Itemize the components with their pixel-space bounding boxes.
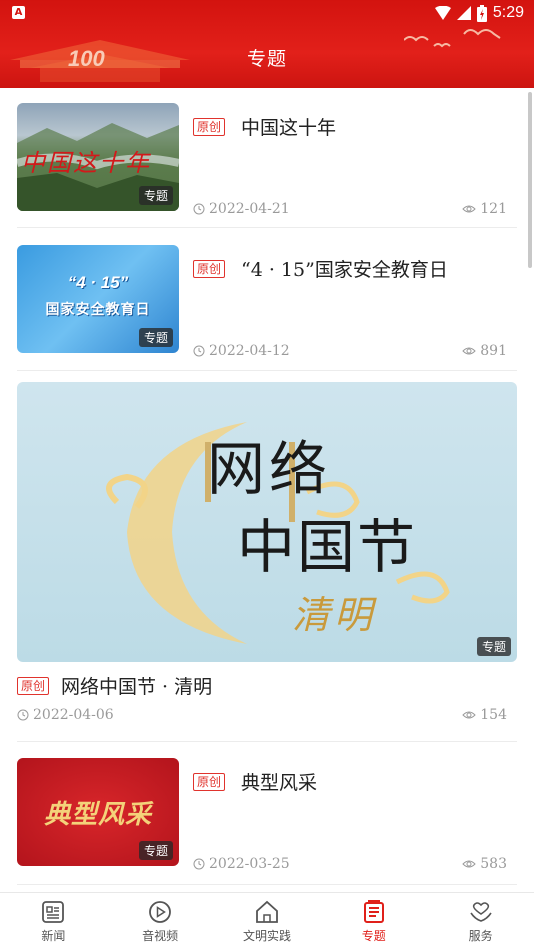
nav-item-civilization[interactable]: 文明实践 bbox=[222, 899, 312, 944]
original-badge: 原创 bbox=[193, 117, 226, 136]
topic-tag: 专题 bbox=[138, 841, 173, 860]
nav-label: 服务 bbox=[468, 929, 493, 943]
article-date: 2022-04-06 bbox=[33, 707, 114, 723]
page-title: 专题 bbox=[246, 48, 287, 70]
clock-icon bbox=[193, 203, 205, 215]
article-date: 2022-03-25 bbox=[209, 856, 290, 872]
original-badge: 原创 bbox=[193, 259, 226, 278]
nav-item-media[interactable]: 音视频 bbox=[115, 899, 205, 944]
view-count: 154 bbox=[480, 707, 507, 723]
banner-title-line2: 中国节 bbox=[237, 513, 418, 581]
topic-tag: 专题 bbox=[138, 328, 173, 347]
banner-title-line1: 网络 bbox=[207, 435, 332, 503]
thumbnail-caption-top: “4 · 15” bbox=[67, 273, 129, 292]
list-item[interactable]: 网络 中国节 清明 专题 原创 网络中国节 · 清明 2022-04-06 15… bbox=[17, 382, 517, 740]
article-title[interactable]: 典型风采 bbox=[241, 768, 317, 795]
status-app-icon: A bbox=[12, 6, 25, 19]
view-count: 583 bbox=[480, 856, 507, 872]
nav-label: 专题 bbox=[361, 929, 386, 943]
list-item[interactable]: 中国这十年 专题 原创 中国这十年 2022-04-21 121 bbox=[17, 103, 517, 227]
nav-label: 新闻 bbox=[41, 929, 66, 943]
divider bbox=[17, 227, 517, 228]
eye-icon bbox=[462, 347, 476, 355]
view-count: 891 bbox=[480, 343, 507, 359]
article-thumbnail[interactable]: 典型风采 专题 bbox=[17, 758, 179, 866]
wifi-icon bbox=[434, 6, 451, 20]
battery-icon bbox=[476, 4, 487, 22]
topic-tag: 专题 bbox=[476, 637, 511, 656]
signal-icon bbox=[456, 6, 471, 20]
status-time: 5:29 bbox=[492, 4, 524, 21]
clock-icon bbox=[193, 345, 205, 357]
play-icon bbox=[149, 901, 172, 923]
topic-icon bbox=[363, 900, 384, 923]
news-icon bbox=[42, 901, 65, 923]
article-thumbnail[interactable]: “4 · 15” 国家安全教育日 专题 bbox=[17, 245, 179, 353]
list-item[interactable]: 典型风采 专题 原创 典型风采 2022-03-25 583 bbox=[17, 758, 517, 882]
article-title[interactable]: 中国这十年 bbox=[241, 113, 336, 140]
nav-label: 文明实践 bbox=[242, 929, 291, 943]
article-banner[interactable]: 网络 中国节 清明 专题 bbox=[17, 382, 517, 662]
clock-icon bbox=[17, 709, 29, 721]
article-thumbnail[interactable]: 中国这十年 专题 bbox=[17, 103, 179, 211]
nav-label: 音视频 bbox=[142, 929, 179, 943]
original-badge: 原创 bbox=[17, 676, 50, 695]
eye-icon bbox=[462, 711, 476, 719]
divider bbox=[17, 741, 517, 742]
thumbnail-caption-bottom: 国家安全教育日 bbox=[45, 302, 151, 318]
article-title[interactable]: 网络中国节 · 清明 bbox=[61, 672, 212, 699]
article-date: 2022-04-21 bbox=[209, 201, 290, 217]
banner-subtitle: 清明 bbox=[292, 593, 377, 637]
nav-item-topics[interactable]: 专题 bbox=[329, 899, 419, 944]
divider bbox=[17, 370, 517, 371]
original-badge: 原创 bbox=[193, 772, 226, 791]
app-header: 100 A 5:29 专题 bbox=[0, 0, 534, 88]
article-title[interactable]: “4 · 15”国家安全教育日 bbox=[241, 255, 448, 282]
scrollbar[interactable] bbox=[528, 92, 532, 268]
service-icon bbox=[469, 902, 492, 922]
bottom-nav: 新闻 音视频 文明实践 专题 服务 bbox=[0, 892, 534, 950]
thumbnail-caption: 典型风采 bbox=[43, 800, 152, 830]
divider bbox=[17, 884, 517, 885]
eye-icon bbox=[462, 860, 476, 868]
nav-item-service[interactable]: 服务 bbox=[436, 899, 526, 944]
home-icon bbox=[256, 900, 278, 923]
clock-icon bbox=[193, 858, 205, 870]
thumbnail-caption: 中国这十年 bbox=[21, 149, 151, 177]
view-count: 121 bbox=[480, 201, 507, 217]
topic-tag: 专题 bbox=[138, 186, 173, 205]
eye-icon bbox=[462, 205, 476, 213]
list-item[interactable]: “4 · 15” 国家安全教育日 专题 原创 “4 · 15”国家安全教育日 2… bbox=[17, 245, 517, 369]
nav-item-news[interactable]: 新闻 bbox=[8, 899, 98, 944]
article-date: 2022-04-12 bbox=[209, 343, 290, 359]
